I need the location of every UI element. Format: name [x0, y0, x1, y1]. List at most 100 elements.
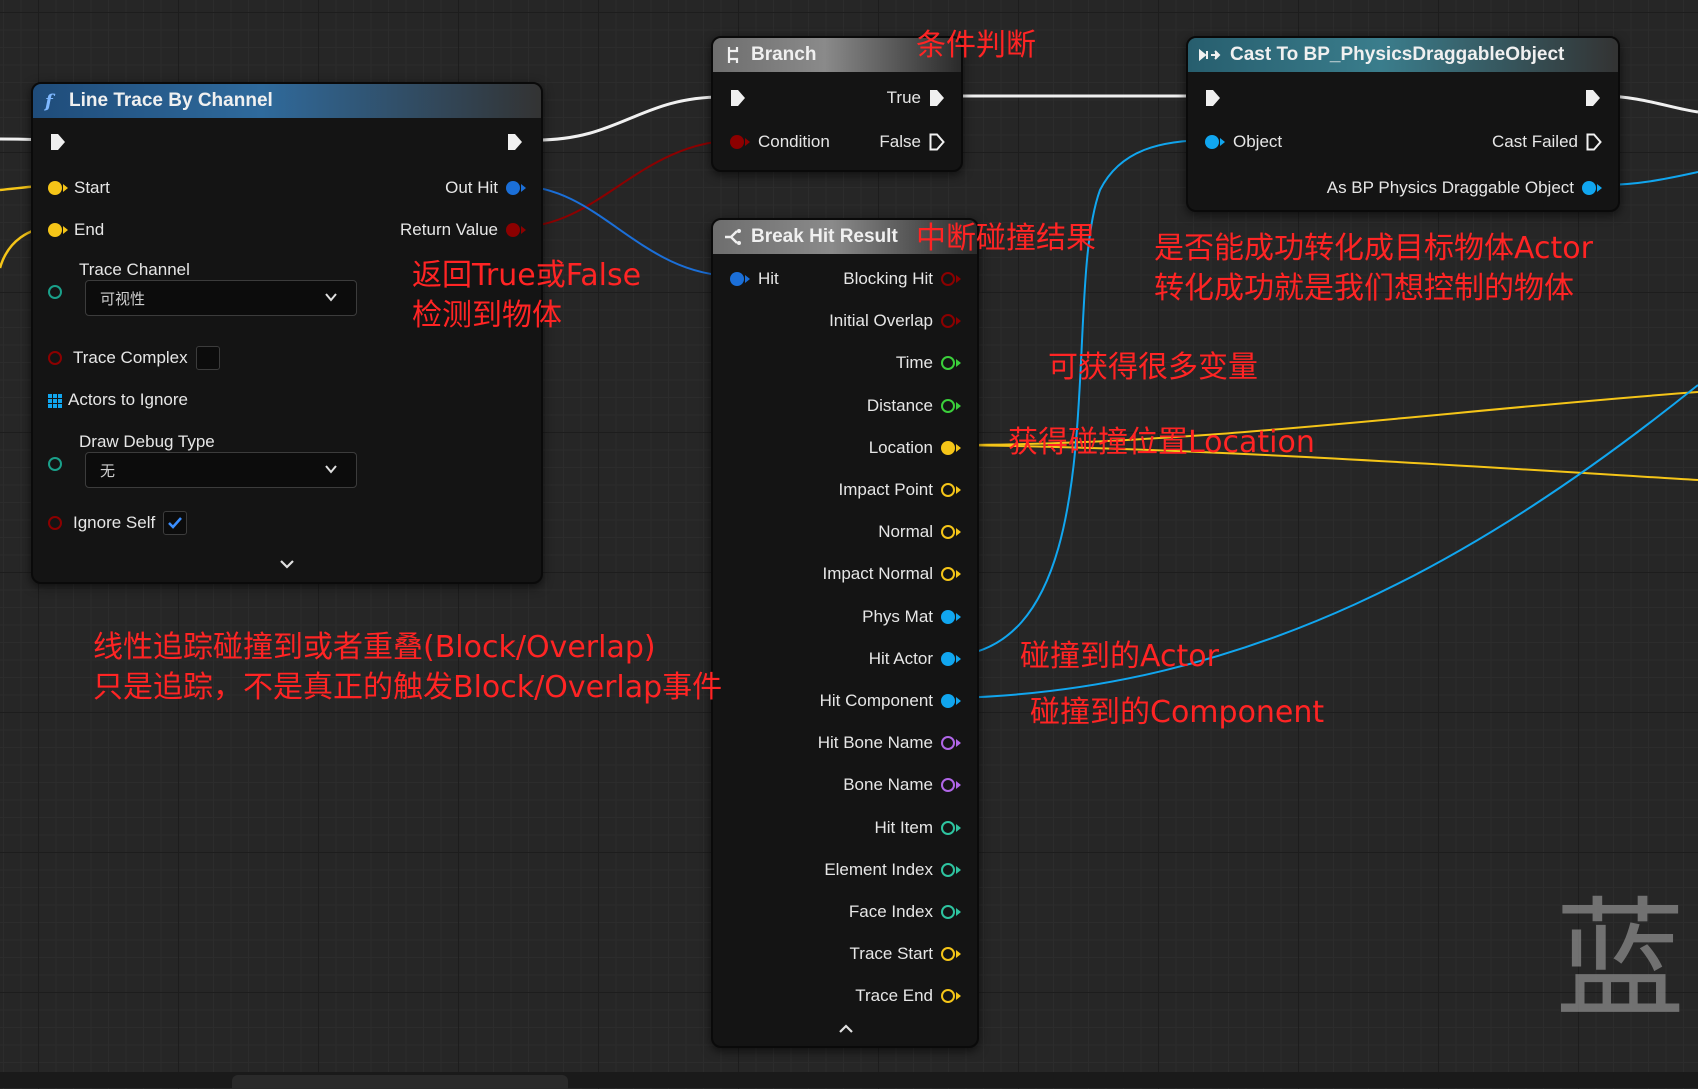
bottom-tab[interactable]	[232, 1075, 568, 1089]
out-hit-pin[interactable]	[506, 181, 520, 195]
break-output-row: Blocking Hit	[843, 269, 961, 289]
svg-text:f: f	[43, 91, 56, 111]
return-value-pin-tip	[521, 226, 526, 234]
cast-header[interactable]: Cast To BP_PhysicsDraggableObject	[1188, 38, 1618, 72]
break-output-label: Time	[895, 353, 933, 373]
break-output-label: Hit Bone Name	[817, 733, 933, 753]
break-output-label: Trace Start	[849, 944, 933, 964]
break-output-row: Face Index	[849, 902, 961, 922]
break-hit-node[interactable]: Break Hit Result Hit Blocking Hit Initial…	[711, 218, 979, 1048]
break-output-pin[interactable]	[941, 314, 955, 329]
trace-channel-pin[interactable]	[48, 285, 62, 299]
trace-complex-row: Trace Complex	[48, 346, 220, 370]
return-value-label: Return Value	[400, 220, 498, 239]
trace-channel-label-row: Trace Channel	[79, 260, 190, 280]
cast-annotation-2: 转化成功就是我们想控制的物体	[1154, 271, 1574, 306]
cast-failed-label: Cast Failed	[1492, 132, 1578, 151]
break-output-pin-tip	[956, 317, 961, 326]
break-output-pin[interactable]	[941, 862, 955, 877]
break-output-pin[interactable]	[941, 609, 955, 624]
break-output-pin-tip	[956, 781, 961, 790]
break-output-pin[interactable]	[941, 694, 955, 708]
condition-pin[interactable]	[730, 135, 744, 149]
break-output-row: Trace End	[855, 986, 961, 1006]
break-output-pin[interactable]	[941, 525, 955, 540]
break-output-row: Normal	[878, 522, 961, 542]
break-output-row: Hit Bone Name	[818, 733, 961, 753]
trace-complex-pin[interactable]	[48, 351, 62, 365]
break-output-pin[interactable]	[941, 905, 955, 919]
break-output-row: Impact Normal	[822, 564, 961, 584]
break-output-label: Impact Normal	[822, 564, 933, 584]
break-output-pin-tip	[956, 950, 961, 959]
branch-title: Branch	[751, 44, 817, 65]
return-annotation-2: 检测到物体	[412, 298, 562, 333]
object-row: Object	[1205, 132, 1282, 152]
break-output-pin[interactable]	[941, 778, 955, 793]
cast-exec-in-pin[interactable]	[1205, 89, 1221, 107]
false-exec-pin[interactable]	[929, 133, 945, 151]
cast-failed-exec-pin[interactable]	[1586, 133, 1602, 151]
break-output-pin[interactable]	[941, 820, 955, 835]
break-output-row: Distance	[867, 396, 961, 416]
draw-debug-dropdown[interactable]: 无	[85, 452, 357, 488]
ignore-self-row: Ignore Self	[48, 511, 188, 535]
bool-wire-return-to-condition	[517, 139, 741, 228]
actors-to-ignore-label: Actors to Ignore	[68, 390, 189, 409]
break-output-pin-tip	[956, 528, 961, 537]
hit-input-label: Hit	[758, 269, 779, 288]
break-output-pin[interactable]	[941, 356, 955, 371]
draw-debug-pin[interactable]	[48, 457, 62, 471]
end-pin-tip	[63, 226, 68, 234]
hit-input-pin[interactable]	[730, 272, 744, 286]
ignore-self-checkbox[interactable]	[163, 511, 188, 535]
exec-out-pin[interactable]	[507, 133, 523, 151]
end-pin[interactable]	[48, 223, 62, 237]
break-output-pin[interactable]	[941, 398, 955, 413]
break-output-row: Hit Actor	[869, 649, 961, 669]
branch-exec-in-pin[interactable]	[730, 89, 746, 107]
break-output-pin-tip	[956, 570, 961, 579]
break-output-label: Hit Item	[874, 817, 933, 837]
break-output-pin[interactable]	[941, 440, 955, 455]
trace-complex-checkbox[interactable]	[195, 346, 220, 370]
as-object-pin[interactable]	[1582, 181, 1596, 195]
break-output-label: Trace End	[855, 986, 933, 1006]
array-grid-icon[interactable]	[48, 393, 62, 408]
object-wire-hitactor-to-object	[954, 139, 1213, 657]
break-output-label: Blocking Hit	[843, 269, 933, 288]
condition-row: Condition	[730, 132, 830, 152]
cast-exec-out-pin[interactable]	[1585, 89, 1601, 107]
ignore-self-pin[interactable]	[48, 516, 62, 530]
line-trace-header[interactable]: f Line Trace By Channel	[33, 84, 541, 118]
cast-icon	[1198, 48, 1222, 62]
break-output-row: Initial Overlap	[829, 311, 961, 331]
object-pin[interactable]	[1205, 135, 1219, 149]
actors-to-ignore-row: Actors to Ignore	[48, 390, 188, 410]
break-output-pin-tip	[956, 908, 961, 916]
return-value-pin[interactable]	[506, 223, 520, 237]
break-struct-icon	[723, 228, 743, 246]
break-output-pin[interactable]	[941, 651, 955, 666]
cast-node[interactable]: Cast To BP_PhysicsDraggableObject Object…	[1186, 36, 1620, 212]
break-output-pin[interactable]	[941, 272, 955, 286]
hit-input-row: Hit	[730, 269, 779, 289]
break-output-pin[interactable]	[941, 483, 955, 497]
break-output-pin[interactable]	[941, 947, 955, 962]
object-label: Object	[1233, 132, 1283, 151]
out-hit-pin-tip	[521, 184, 526, 192]
break-output-pin[interactable]	[941, 989, 955, 1004]
start-pin[interactable]	[48, 181, 62, 195]
blueprint-watermark: 蓝	[1555, 884, 1686, 1036]
break-output-label: Phys Mat	[862, 606, 933, 626]
break-output-pin[interactable]	[941, 567, 955, 582]
expand-chevron-icon[interactable]	[279, 558, 295, 576]
exec-in-pin[interactable]	[50, 133, 66, 151]
collapse-chevron-icon[interactable]	[838, 1022, 854, 1040]
trace-channel-dropdown[interactable]: 可视性	[85, 280, 357, 316]
break-output-label: Bone Name	[843, 775, 933, 795]
break-output-label: Face Index	[848, 902, 933, 921]
break-annotation: 中断碰撞结果	[916, 221, 1096, 256]
break-output-pin[interactable]	[941, 736, 955, 751]
true-exec-pin[interactable]	[929, 89, 945, 107]
